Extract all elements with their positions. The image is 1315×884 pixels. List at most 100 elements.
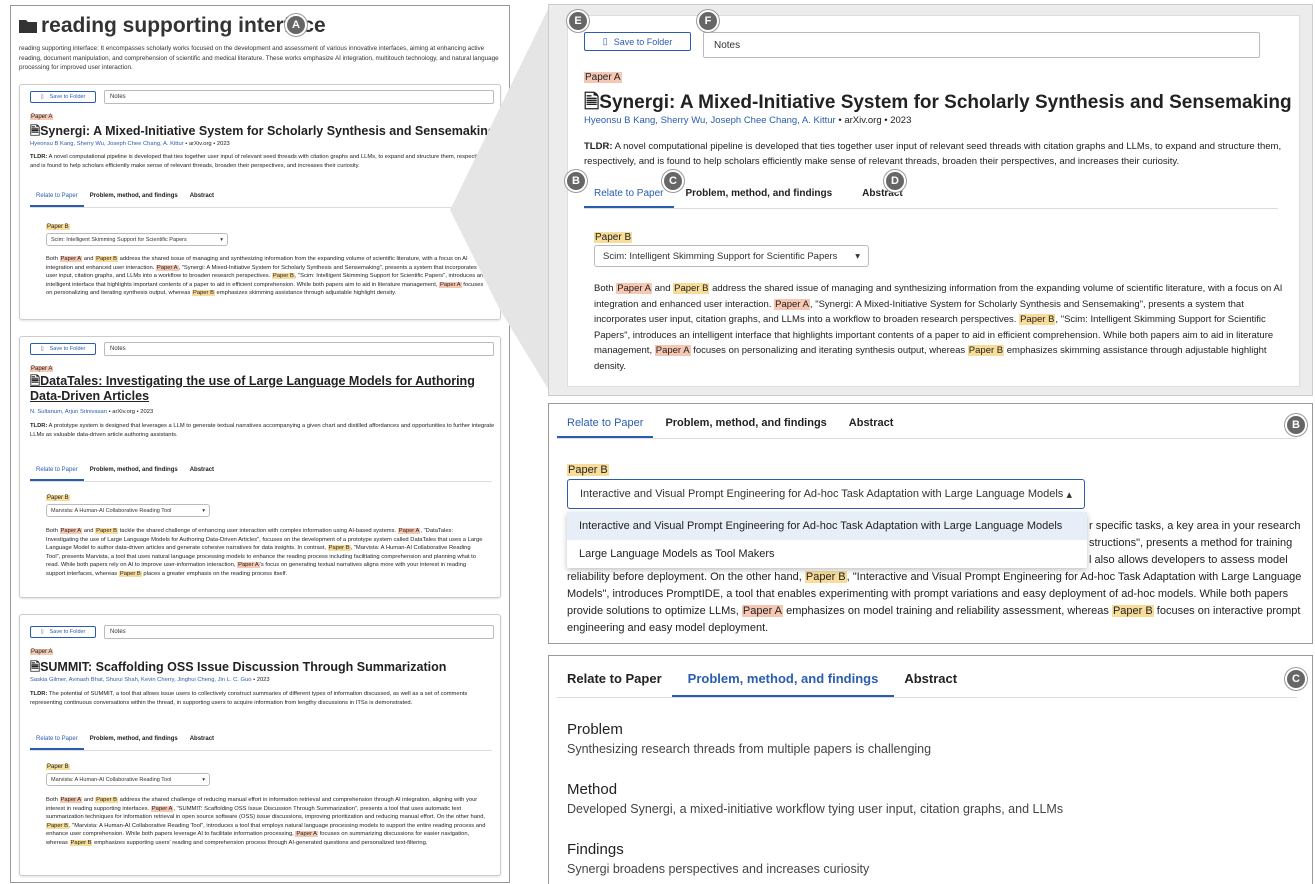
topic-description: reading supporting interface: It encompa… [19,45,499,71]
method-heading: Method [567,781,618,798]
tab-problem[interactable]: Problem, method, and findings [84,188,184,207]
tab-bar: Relate to Paper Problem, method, and fin… [557,658,1297,698]
tab-relate[interactable]: Relate to Paper [30,731,84,750]
marker-f: F [697,10,719,32]
notes-input[interactable]: Notes [703,32,1260,58]
paper-b-select[interactable]: Marvista: A Human-AI Collaborative Readi… [46,773,210,786]
save-to-folder-button[interactable]: ▯ Save to Folder [30,626,96,638]
tab-problem[interactable]: Problem, method, and findings [674,180,853,208]
marker-c: C [1285,668,1307,690]
panel-c: Relate to Paper Problem, method, and fin… [548,655,1313,884]
marker-b: B [1285,414,1307,436]
paper-card: ▯ Save to Folder Notes Paper A 🗎Synergi: … [19,84,501,320]
dropdown-caret-up-icon: ▴ [1066,488,1072,501]
notes-input[interactable]: Notes [104,90,494,104]
tldr: TLDR: A novel computational pipeline is … [584,141,1282,167]
folder-icon [19,20,37,33]
paper-a-tag: Paper A [584,72,622,83]
save-to-folder-button[interactable]: ▯ Save to Folder [584,32,691,51]
bookmark-icon: ▯ [40,346,44,352]
relation-text: Both Paper A and Paper B address the sha… [594,283,1283,372]
paper-b-select[interactable]: Interactive and Visual Prompt Engineerin… [567,479,1085,509]
document-icon: 🗎 [30,660,41,674]
paper-b-tag: Paper B [46,764,70,770]
tab-bar: Relate to Paper Problem, method, and fin… [30,462,492,482]
tab-relate[interactable]: Relate to Paper [584,180,674,208]
tab-relate[interactable]: Relate to Paper [557,658,672,697]
paper-title[interactable]: 🗎DataTales: Investigating the use of Lar… [30,374,500,404]
tab-problem[interactable]: Problem, method, and findings [653,406,838,438]
paper-card: ▯ Save to Folder Notes Paper A 🗎DataTales… [19,336,501,598]
paper-a-tag: Paper A [30,114,54,120]
author-list[interactable]: Hyeonsu B Kang, Sherry Wu, Joseph Chee C… [30,141,184,147]
dropdown-option[interactable]: Large Language Models as Tool Makers [567,540,1087,568]
paper-title[interactable]: 🗎Synergi: A Mixed-Initiative System for … [30,122,500,143]
dropdown-caret-icon: ▾ [202,507,205,514]
save-to-folder-button[interactable]: ▯ Save to Folder [30,91,96,103]
panel-b: Relate to Paper Problem, method, and fin… [548,403,1313,644]
bookmark-icon: ▯ [40,94,44,100]
paper-b-tag: Paper B [46,495,70,501]
relation-text: Both Paper A and Paper B tackle the shar… [46,528,483,577]
dropdown-menu: Interactive and Visual Prompt Engineerin… [567,512,1087,568]
paper-title[interactable]: 🗎SUMMIT: Scaffolding OSS Issue Discussio… [30,658,500,679]
notes-input[interactable]: Notes [104,625,494,639]
paper-a-tag: Paper A [30,366,54,372]
paper-b-select[interactable]: Scim: Intelligent Skimming Support for S… [594,245,869,267]
paper-card: ▯ Save to Folder Notes Paper A 🗎SUMMIT: S… [19,614,501,876]
paper-b-tag: Paper B [46,224,70,230]
zoom-panel: ▯ Save to Folder Notes Paper A 🗎Synergi: … [548,4,1313,396]
author-list[interactable]: Hyeonsu B Kang, Sherry Wu, Joseph Chee C… [584,115,836,126]
tldr: TLDR: The potential of SUMMIT, a tool th… [30,691,468,706]
page-title: reading supporting interface [41,14,326,37]
relation-tail: r specific tasks, a key area in your res… [1089,520,1301,566]
tab-abstract[interactable]: Abstract [184,188,220,207]
findings-text: Synergi broadens perspectives and increa… [567,862,870,876]
dropdown-caret-icon: ▾ [202,776,205,783]
marker-d: D [884,170,906,192]
findings-heading: Findings [567,841,624,858]
dropdown-caret-icon: ▾ [220,236,223,243]
marker-a: A [285,14,307,36]
tab-bar: Relate to Paper Problem, method, and fin… [30,731,492,751]
tab-abstract[interactable]: Abstract [184,731,220,750]
author-list[interactable]: N. Sultanum, Arjun Srinivasan [30,409,107,415]
paper-b-tag: Paper B [567,464,609,476]
tab-bar: Relate to Paper Problem, method, and fin… [557,406,1297,439]
tldr: TLDR: A novel computational pipeline is … [30,154,489,169]
tab-problem[interactable]: Problem, method, and findings [671,658,895,697]
tab-bar: Relate to Paper Problem, method, and fin… [584,180,1278,209]
paper-b-tag: Paper B [594,232,633,243]
tldr: TLDR: A prototype system is designed tha… [30,423,495,438]
method-text: Developed Synergi, a mixed-initiative wo… [567,802,1064,816]
dropdown-option[interactable]: Interactive and Visual Prompt Engineerin… [567,512,1087,540]
tab-problem[interactable]: Problem, method, and findings [84,731,184,750]
tab-problem[interactable]: Problem, method, and findings [84,462,184,481]
relation-text: Both Paper A and Paper B address the sha… [46,256,484,297]
author-list[interactable]: Saskia Gilmer, Avinash Bhat, Shurui Shah… [30,677,251,683]
relation-text: reliability before deployment. On the ot… [567,571,1302,634]
document-icon: 🗎 [30,374,41,388]
relation-text: Both Paper A and Paper B address the sha… [46,797,486,846]
left-panel: reading supporting interface A reading s… [10,5,510,883]
bookmark-icon: ▯ [40,629,44,635]
marker-e: E [567,10,589,32]
tab-relate[interactable]: Relate to Paper [30,462,84,481]
dropdown-caret-icon: ▾ [855,250,860,262]
paper-b-select[interactable]: Marvista: A Human-AI Collaborative Readi… [46,504,210,517]
notes-input[interactable]: Notes [104,342,494,356]
problem-heading: Problem [567,721,623,738]
tab-abstract[interactable]: Abstract [839,406,904,438]
tab-relate[interactable]: Relate to Paper [557,406,654,438]
bookmark-icon: ▯ [602,36,608,46]
tab-abstract[interactable]: Abstract [184,462,220,481]
tab-relate[interactable]: Relate to Paper [30,188,84,207]
document-icon: 🗎 [30,124,41,138]
document-icon: 🗎 [584,92,600,113]
paper-a-tag: Paper A [30,649,54,655]
paper-b-select[interactable]: Scim: Intelligent Skimming Support for S… [46,233,228,246]
zoom-connector [450,5,550,392]
marker-b: B [565,170,587,192]
tab-abstract[interactable]: Abstract [894,658,967,697]
save-to-folder-button[interactable]: ▯ Save to Folder [30,343,96,355]
